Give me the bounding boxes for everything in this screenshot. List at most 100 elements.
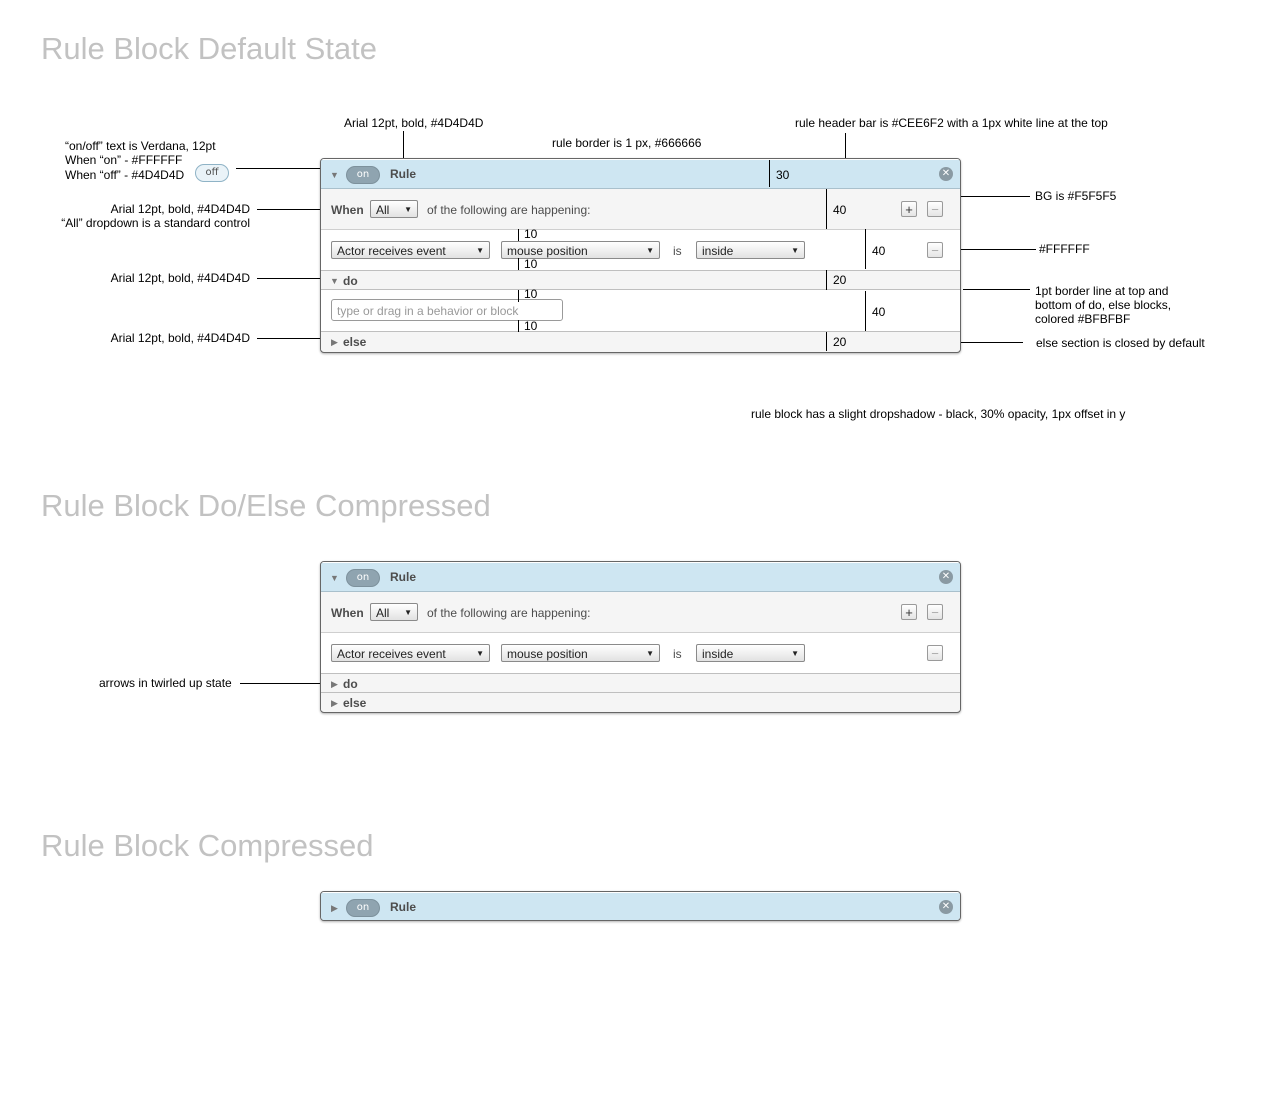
value-dropdown-value: inside — [702, 647, 734, 661]
note-when-1: Arial 12pt, bold, #4D4D4D — [110, 202, 250, 216]
section-title-doelse: Rule Block Do/Else Compressed — [41, 488, 491, 523]
twirl-down-icon[interactable]: ▼ — [330, 573, 339, 583]
is-label: is — [673, 647, 682, 661]
rule-header: ▼ on Rule ✕ — [321, 159, 960, 189]
do-header[interactable]: ▼ do — [321, 271, 960, 290]
happening-text: of the following are happening: — [427, 606, 591, 620]
note-shadow: rule block has a slight dropshadow - bla… — [751, 407, 1126, 421]
note-when-2: “All” dropdown is a standard control — [61, 216, 250, 230]
rule-title: Rule — [390, 570, 417, 584]
when-row: When All ▼ of the following are happenin… — [321, 189, 960, 230]
leader-white — [953, 249, 1036, 250]
measure-line-cond — [865, 229, 866, 269]
measure-line-pad-3 — [518, 290, 519, 302]
event-dropdown-value: Actor receives event — [337, 647, 446, 661]
note-onoff-2: When “on” - #FFFFFF — [65, 153, 183, 167]
value-dropdown[interactable]: inside ▼ — [696, 644, 805, 662]
event-dropdown[interactable]: Actor receives event ▼ — [331, 241, 490, 259]
behavior-input[interactable]: type or drag in a behavior or block — [331, 299, 563, 321]
happening-text: of the following are happening: — [427, 203, 591, 217]
leader-border-line — [963, 289, 1030, 290]
event-dropdown[interactable]: Actor receives event ▼ — [331, 644, 490, 662]
remove-condition-button[interactable]: − — [927, 201, 943, 217]
when-label: When — [331, 606, 364, 620]
all-dropdown-value: All — [376, 606, 390, 620]
note-onoff-3: When “off” - #4D4D4D — [65, 168, 185, 182]
measure-pad-2: 10 — [524, 257, 538, 271]
close-icon[interactable]: ✕ — [939, 900, 953, 914]
measure-line-pad-1 — [518, 229, 519, 241]
else-label: else — [343, 335, 367, 349]
chevron-down-icon: ▼ — [476, 246, 484, 255]
remove-condition-button[interactable]: − — [927, 604, 943, 620]
twirl-right-icon[interactable]: ▶ — [331, 903, 338, 913]
measure-pad-3: 10 — [524, 287, 538, 301]
value-dropdown-value: inside — [702, 244, 734, 258]
measure-line-else — [826, 332, 827, 351]
measure-pad-4: 10 — [524, 319, 538, 333]
close-icon[interactable]: ✕ — [939, 167, 953, 181]
measure-body: 40 — [872, 305, 886, 319]
add-condition-button[interactable]: + — [901, 201, 917, 217]
rule-title: Rule — [390, 167, 417, 181]
measure-header: 30 — [776, 168, 790, 182]
leader-bg — [953, 196, 1030, 197]
twirl-down-icon[interactable]: ▼ — [330, 170, 339, 180]
note-border-line-3: colored #BFBFBF — [1035, 312, 1131, 326]
rule-block-compressed: ▶ on Rule ✕ — [320, 891, 961, 921]
twirl-right-icon[interactable]: ▶ — [331, 679, 338, 689]
note-header-font: Arial 12pt, bold, #4D4D4D — [344, 116, 484, 130]
all-dropdown-value: All — [376, 203, 390, 217]
on-toggle[interactable]: on — [346, 899, 380, 917]
leader-else-closed — [953, 342, 1023, 343]
when-row: When All ▼ of the following are happenin… — [321, 592, 960, 633]
twirl-right-icon[interactable]: ▶ — [331, 337, 338, 347]
rule-block-doelse: ▼ on Rule ✕ When All ▼ of the following … — [320, 561, 961, 713]
twirl-down-icon[interactable]: ▼ — [330, 276, 339, 286]
note-bg: BG is #F5F5F5 — [1035, 189, 1117, 203]
condition-row: Actor receives event ▼ mouse position ▼ … — [321, 633, 960, 674]
when-label: When — [331, 203, 364, 217]
note-else-closed: else section is closed by default — [1036, 336, 1205, 350]
all-dropdown[interactable]: All ▼ — [370, 200, 418, 218]
chevron-down-icon: ▼ — [404, 205, 412, 214]
on-toggle[interactable]: on — [346, 569, 380, 587]
measure-line-body — [865, 291, 866, 331]
chevron-down-icon: ▼ — [791, 649, 799, 658]
property-dropdown[interactable]: mouse position ▼ — [501, 644, 660, 662]
measure-cond: 40 — [872, 244, 886, 258]
off-toggle-sample[interactable]: off — [195, 164, 229, 182]
leader-arrows — [240, 683, 324, 684]
measure-else: 20 — [833, 335, 847, 349]
chevron-down-icon: ▼ — [646, 246, 654, 255]
note-onoff-1: “on/off” text is Verdana, 12pt — [65, 139, 216, 153]
property-dropdown-value: mouse position — [507, 647, 588, 661]
else-header[interactable]: ▶ else — [321, 693, 960, 711]
else-label: else — [343, 696, 367, 710]
else-header[interactable]: ▶ else — [321, 332, 960, 350]
is-label: is — [673, 244, 682, 258]
do-header[interactable]: ▶ do — [321, 674, 960, 693]
all-dropdown[interactable]: All ▼ — [370, 603, 418, 621]
measure-line-pad-2 — [518, 258, 519, 270]
remove-row-button[interactable]: − — [927, 645, 943, 661]
measure-do: 20 — [833, 273, 847, 287]
section-title-default: Rule Block Default State — [41, 31, 378, 66]
measure-line-when — [826, 189, 827, 229]
close-icon[interactable]: ✕ — [939, 570, 953, 584]
chevron-down-icon: ▼ — [404, 608, 412, 617]
note-border-line-1: 1pt border line at top and — [1035, 284, 1169, 298]
rule-header: ▶ on Rule ✕ — [321, 892, 960, 920]
do-label: do — [343, 274, 358, 288]
event-dropdown-value: Actor receives event — [337, 244, 446, 258]
note-border-line-2: bottom of do, else blocks, — [1035, 298, 1172, 312]
on-toggle[interactable]: on — [346, 166, 380, 184]
twirl-right-icon[interactable]: ▶ — [331, 698, 338, 708]
chevron-down-icon: ▼ — [791, 246, 799, 255]
note-do-font: Arial 12pt, bold, #4D4D4D — [110, 271, 250, 285]
value-dropdown[interactable]: inside ▼ — [696, 241, 805, 259]
add-condition-button[interactable]: + — [901, 604, 917, 620]
measure-line-header — [769, 160, 770, 187]
remove-row-button[interactable]: − — [927, 242, 943, 258]
do-label: do — [343, 677, 358, 691]
